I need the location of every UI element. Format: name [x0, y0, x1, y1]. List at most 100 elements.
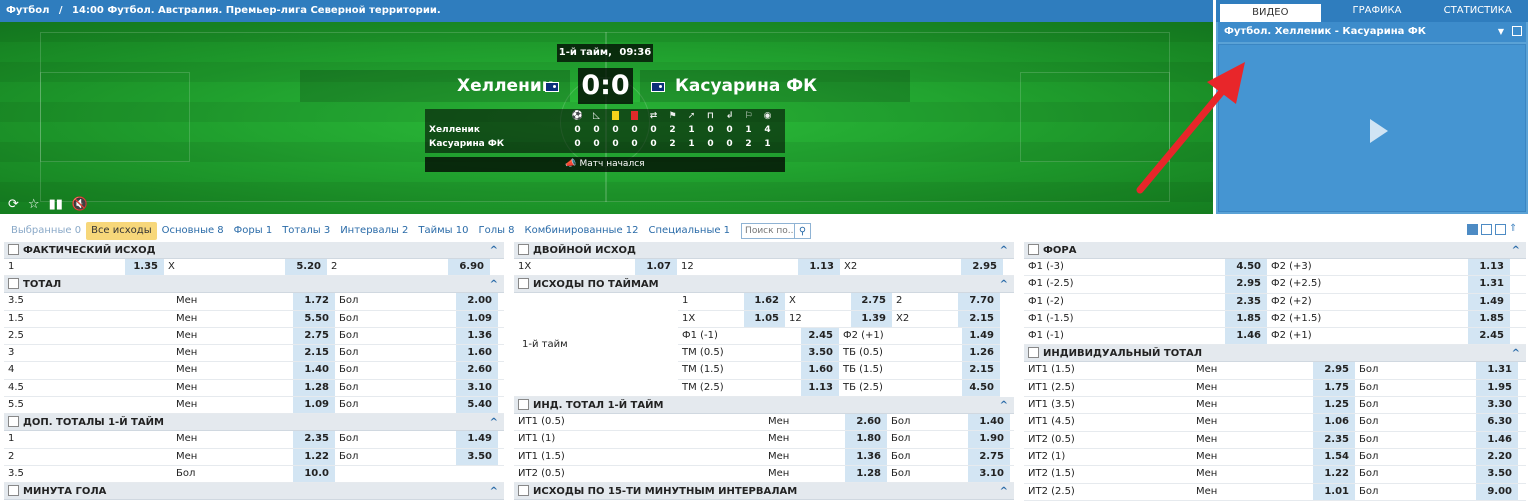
stats-bars-icon[interactable]: ▮▮: [49, 197, 63, 212]
odds-cell[interactable]: 1.05: [743, 310, 785, 327]
odds-cell[interactable]: 2.15: [961, 362, 1000, 379]
chevron-up-icon[interactable]: ^: [490, 276, 498, 293]
odds-cell[interactable]: 2.35: [1312, 431, 1355, 448]
chevron-up-icon[interactable]: ^: [1000, 276, 1008, 293]
chevron-up-icon[interactable]: ^: [1000, 242, 1008, 259]
collapse-all-icon[interactable]: ⇑: [1509, 224, 1520, 235]
video-player[interactable]: [1218, 44, 1526, 212]
odds-cell[interactable]: 10.0: [292, 465, 335, 483]
odds-cell[interactable]: 1.36: [455, 327, 498, 345]
odds-cell[interactable]: 1.36: [844, 448, 887, 465]
odds-cell[interactable]: 1.35: [124, 259, 164, 276]
checkbox[interactable]: [8, 484, 19, 496]
odds-cell[interactable]: 1.49: [1467, 293, 1510, 310]
checkbox[interactable]: [8, 243, 19, 255]
odds-cell[interactable]: 1.07: [634, 259, 677, 276]
odds-cell[interactable]: 1.46: [1475, 431, 1518, 448]
checkbox[interactable]: [8, 277, 19, 289]
filter-tab[interactable]: Голы 8: [473, 222, 519, 240]
chevron-up-icon[interactable]: ^: [1512, 345, 1520, 362]
chevron-up-icon[interactable]: ^: [490, 483, 498, 500]
filter-tab[interactable]: Специальные 1: [644, 222, 736, 240]
odds-cell[interactable]: 1.22: [1312, 466, 1355, 483]
odds-cell[interactable]: 1.80: [844, 431, 887, 448]
breadcrumb-sport[interactable]: Футбол: [6, 5, 49, 16]
chevron-up-icon[interactable]: ^: [1000, 397, 1008, 414]
odds-cell[interactable]: 1.13: [1467, 259, 1510, 276]
odds-cell[interactable]: 1.25: [1312, 397, 1355, 414]
search-input[interactable]: [742, 224, 795, 238]
odds-cell[interactable]: 1.31: [1475, 362, 1518, 379]
odds-cell[interactable]: 9.00: [1475, 483, 1518, 500]
checkbox[interactable]: [1028, 243, 1039, 255]
odds-cell[interactable]: 2.20: [1475, 448, 1518, 466]
odds-cell[interactable]: 1.09: [292, 397, 335, 414]
odds-cell[interactable]: 3.50: [1475, 466, 1518, 483]
checkbox[interactable]: [518, 243, 529, 255]
odds-cell[interactable]: 1.40: [967, 414, 1010, 431]
odds-cell[interactable]: 1.28: [292, 379, 335, 397]
chevron-up-icon[interactable]: ^: [1512, 242, 1520, 259]
video-stream-select[interactable]: Футбол. Хелленик - Касуарина ФК ▼: [1218, 22, 1526, 42]
odds-cell[interactable]: 1.49: [455, 431, 498, 448]
odds-cell[interactable]: 5.20: [284, 259, 327, 276]
odds-cell[interactable]: 1.90: [967, 431, 1010, 448]
filter-tab[interactable]: Таймы 10: [413, 222, 473, 240]
odds-cell[interactable]: 1.85: [1467, 310, 1510, 328]
odds-cell[interactable]: 7.70: [957, 293, 1000, 310]
odds-cell[interactable]: 2.35: [292, 431, 335, 448]
filter-tab[interactable]: Выбранные 0: [6, 222, 86, 240]
layout-one-col-icon[interactable]: [1495, 224, 1506, 235]
odds-cell[interactable]: 1.09: [455, 310, 498, 327]
odds-cell[interactable]: 3.50: [455, 448, 498, 465]
odds-cell[interactable]: 1.54: [1312, 448, 1355, 466]
search-icon[interactable]: ⚲: [794, 224, 810, 238]
filter-tab[interactable]: Тоталы 3: [277, 222, 335, 240]
odds-cell[interactable]: 2.00: [455, 293, 498, 310]
layout-two-col-icon[interactable]: [1481, 224, 1492, 235]
odds-cell[interactable]: 1.39: [850, 310, 892, 327]
chevron-up-icon[interactable]: ^: [1000, 483, 1008, 500]
checkbox[interactable]: [1028, 346, 1039, 358]
odds-cell[interactable]: 1.75: [1312, 379, 1355, 397]
checkbox[interactable]: [518, 398, 529, 410]
odds-cell[interactable]: 1.62: [743, 293, 785, 310]
layout-three-col-icon[interactable]: [1467, 224, 1478, 235]
odds-cell[interactable]: 1.46: [1224, 328, 1267, 345]
popout-icon[interactable]: [1512, 26, 1522, 36]
tab-statistics[interactable]: СТАТИСТИКА: [1427, 0, 1528, 22]
market-group-header[interactable]: ТОТАЛ ^: [4, 276, 504, 294]
market-group-header[interactable]: ИСХОДЫ ПО 15-ТИ МИНУТНЫМ ИНТЕРВАЛАМ ^: [514, 483, 1014, 501]
odds-cell[interactable]: 2.75: [967, 448, 1010, 465]
odds-cell[interactable]: 2.95: [960, 259, 1003, 276]
filter-tab[interactable]: Интервалы 2: [335, 222, 413, 240]
odds-cell[interactable]: 1.01: [1312, 483, 1355, 500]
filter-tab[interactable]: Форы 1: [229, 222, 278, 240]
odds-cell[interactable]: 6.90: [447, 259, 490, 276]
odds-cell[interactable]: 2.45: [800, 327, 839, 345]
odds-cell[interactable]: 2.75: [292, 327, 335, 345]
odds-cell[interactable]: 1.95: [1475, 379, 1518, 397]
filter-tab[interactable]: Основные 8: [157, 222, 229, 240]
market-group-header[interactable]: ИНДИВИДУАЛЬНЫЙ ТОТАЛ ^: [1024, 345, 1526, 363]
odds-cell[interactable]: 3.10: [967, 465, 1010, 483]
odds-cell[interactable]: 1.85: [1224, 310, 1267, 328]
odds-cell[interactable]: 2.75: [850, 293, 892, 310]
checkbox[interactable]: [518, 484, 529, 496]
odds-cell[interactable]: 6.30: [1475, 414, 1518, 431]
play-icon[interactable]: [1370, 119, 1388, 143]
filter-tab[interactable]: Все исходы: [86, 222, 157, 240]
filter-tab[interactable]: Комбинированные 12: [520, 222, 644, 240]
odds-cell[interactable]: 3.10: [455, 379, 498, 397]
tab-graphics[interactable]: ГРАФИКА: [1327, 0, 1428, 22]
chevron-up-icon[interactable]: ^: [490, 414, 498, 431]
odds-cell[interactable]: 2.60: [455, 362, 498, 379]
checkbox[interactable]: [518, 277, 529, 289]
odds-cell[interactable]: 2.35: [1224, 293, 1267, 310]
odds-cell[interactable]: 4.50: [961, 379, 1000, 397]
market-group-header[interactable]: ИСХОДЫ ПО ТАЙМАМ ^: [514, 276, 1014, 294]
odds-cell[interactable]: 2.45: [1467, 328, 1510, 345]
market-group-header[interactable]: ДВОЙНОЙ ИСХОД ^: [514, 242, 1014, 259]
odds-cell[interactable]: 1.13: [800, 379, 839, 397]
odds-cell[interactable]: 1.06: [1312, 414, 1355, 431]
